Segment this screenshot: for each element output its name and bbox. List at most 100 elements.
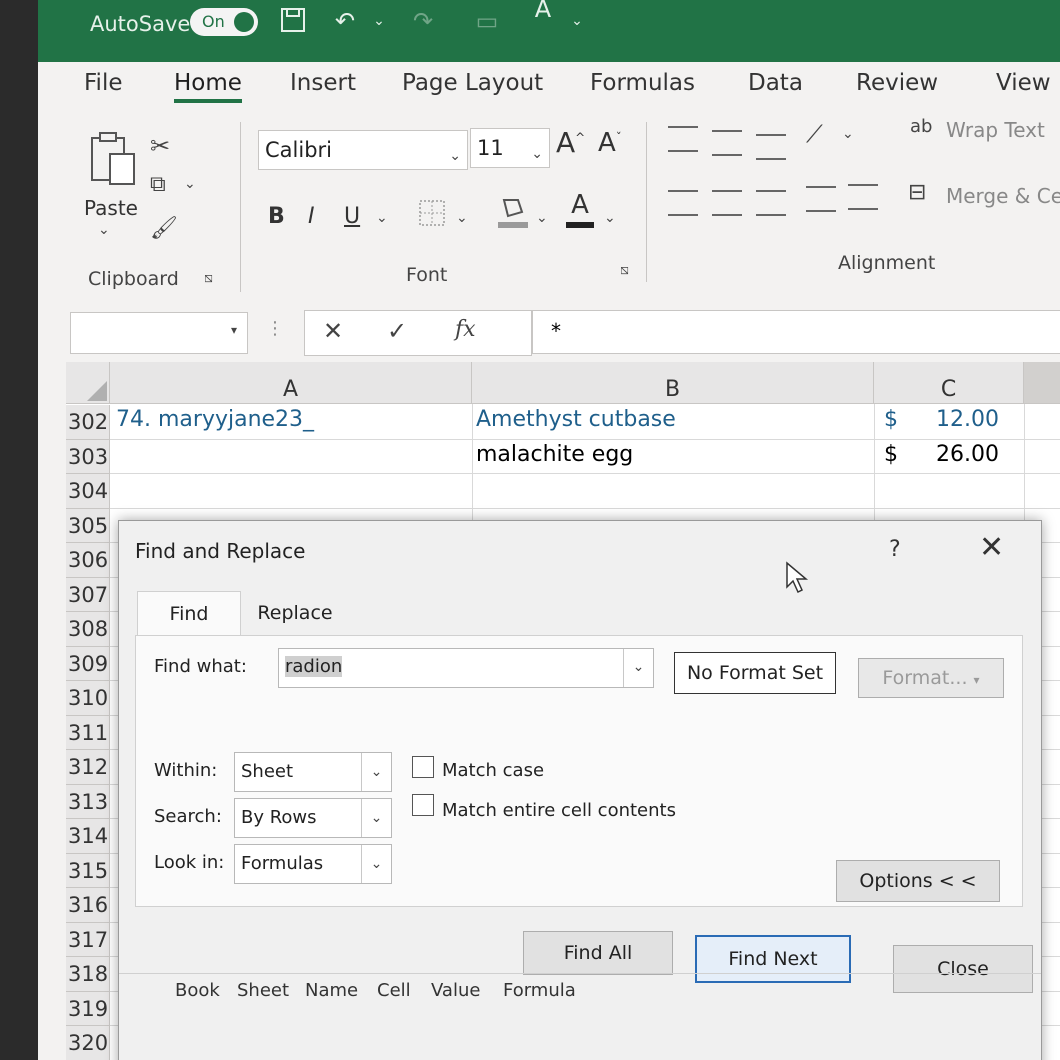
font-color-qat-icon[interactable]: A [528, 0, 558, 24]
cell-c-currency[interactable]: $ [884, 442, 898, 467]
align-right-icon[interactable] [756, 190, 786, 216]
row-header[interactable]: 310 [66, 681, 110, 716]
tab-home[interactable]: Home [174, 70, 242, 103]
cell-c[interactable]: 26.00 [936, 442, 999, 467]
fill-color-dropdown-icon[interactable]: ⌄ [536, 210, 548, 226]
clipboard-launcher-icon[interactable]: ⧅ [204, 270, 213, 286]
wrap-text-button[interactable]: Wrap Text [946, 118, 1045, 142]
redo-icon[interactable]: ↷ [408, 6, 438, 36]
row-header[interactable]: 304 [66, 474, 110, 509]
row-header[interactable]: 317 [66, 922, 110, 957]
row-header[interactable]: 312 [66, 750, 110, 785]
cancel-edit-icon[interactable]: ✕ [323, 317, 343, 345]
increase-indent-icon[interactable] [848, 184, 878, 210]
row-header[interactable]: 314 [66, 819, 110, 854]
paste-icon[interactable] [88, 130, 138, 186]
chevron-down-icon[interactable]: ⌄ [361, 799, 391, 837]
cell-b[interactable]: Amethyst cutbase [476, 407, 676, 432]
cell-b[interactable]: malachite egg [476, 442, 633, 467]
fill-color-icon[interactable] [496, 194, 530, 230]
tab-insert[interactable]: Insert [290, 70, 356, 96]
row-header[interactable]: 307 [66, 577, 110, 612]
cell-c[interactable]: 12.00 [936, 407, 999, 432]
font-color-button[interactable]: A [564, 190, 596, 230]
shrink-font-button[interactable]: Aˇ [598, 128, 622, 158]
underline-button[interactable]: U [344, 204, 360, 229]
within-select[interactable]: Sheet ⌄ [234, 752, 392, 792]
align-middle-icon[interactable] [712, 130, 742, 156]
row-header[interactable]: 302 [66, 405, 110, 440]
results-col-book[interactable]: Book [175, 980, 220, 1001]
results-col-sheet[interactable]: Sheet [237, 980, 289, 1001]
column-header-a[interactable]: A [110, 362, 472, 404]
bold-button[interactable]: B [268, 204, 285, 229]
format-button[interactable]: Format... ▾ [858, 658, 1004, 698]
row-header[interactable]: 318 [66, 957, 110, 992]
customize-qat-icon[interactable]: ⌄ [562, 6, 592, 36]
tab-formulas[interactable]: Formulas [590, 70, 695, 96]
column-header-c[interactable]: C [874, 362, 1024, 404]
chevron-down-icon[interactable]: ⌄ [361, 845, 391, 883]
align-bottom-icon[interactable] [756, 134, 786, 160]
help-icon[interactable]: ? [889, 537, 901, 562]
no-format-set-button[interactable]: No Format Set [674, 652, 836, 694]
borders-icon[interactable] [416, 198, 448, 230]
decrease-indent-icon[interactable] [806, 186, 836, 212]
chevron-down-icon[interactable]: ⌄ [623, 649, 653, 687]
look-in-select[interactable]: Formulas ⌄ [234, 844, 392, 884]
chevron-down-icon[interactable]: ⌄ [361, 753, 391, 791]
enter-edit-icon[interactable]: ✓ [387, 317, 407, 345]
column-header-b[interactable]: B [472, 362, 874, 404]
options-button[interactable]: Options < < [836, 860, 1000, 902]
row-header[interactable]: 309 [66, 646, 110, 681]
match-case-checkbox[interactable] [412, 756, 434, 778]
formula-input[interactable]: * [532, 310, 1060, 354]
folder-icon[interactable]: ▭ [472, 6, 502, 36]
row-header[interactable]: 313 [66, 784, 110, 819]
format-painter-icon[interactable]: 🖌 [150, 216, 178, 241]
tab-file[interactable]: File [84, 70, 123, 96]
tab-replace[interactable]: Replace [243, 591, 347, 635]
merge-center-button[interactable]: Merge & Ce [946, 184, 1060, 208]
font-name-combo[interactable]: Calibri ⌄ [258, 130, 468, 170]
select-all-corner[interactable] [66, 362, 110, 404]
results-col-name[interactable]: Name [305, 980, 358, 1001]
undo-icon[interactable]: ↶ [330, 6, 360, 36]
autosave-toggle[interactable]: On [190, 8, 258, 36]
align-left-icon[interactable] [668, 190, 698, 216]
match-entire-checkbox[interactable] [412, 794, 434, 816]
undo-dropdown-icon[interactable]: ⌄ [364, 6, 394, 36]
grow-font-button[interactable]: A^ [556, 126, 585, 159]
paste-label[interactable]: Paste [84, 196, 138, 220]
results-col-cell[interactable]: Cell [377, 980, 411, 1001]
row-header[interactable]: 305 [66, 508, 110, 543]
paste-dropdown-icon[interactable]: ⌄ [98, 222, 110, 238]
search-select[interactable]: By Rows ⌄ [234, 798, 392, 838]
tab-page-layout[interactable]: Page Layout [402, 70, 543, 96]
column-header-d[interactable] [1024, 362, 1060, 404]
row-header[interactable]: 319 [66, 991, 110, 1026]
row-header[interactable]: 320 [66, 1026, 110, 1060]
close-icon[interactable]: ✕ [979, 533, 1004, 563]
tab-find[interactable]: Find [137, 591, 241, 635]
row-header[interactable]: 303 [66, 439, 110, 474]
copy-icon[interactable]: ⧉ [150, 172, 166, 197]
find-what-input[interactable]: radion ⌄ [278, 648, 654, 688]
row-header[interactable]: 308 [66, 612, 110, 647]
underline-dropdown-icon[interactable]: ⌄ [376, 210, 388, 226]
row-header[interactable]: 315 [66, 853, 110, 888]
cell-a[interactable]: 74. maryyjane23_ [116, 407, 314, 432]
cut-icon[interactable]: ✂ [150, 132, 170, 160]
borders-dropdown-icon[interactable]: ⌄ [456, 210, 468, 226]
row-header[interactable]: 316 [66, 888, 110, 923]
save-icon[interactable] [278, 6, 308, 36]
orientation-icon[interactable]: ⟋ [806, 120, 823, 148]
italic-button[interactable]: I [308, 204, 315, 229]
cell-c-currency[interactable]: $ [884, 407, 898, 432]
align-top-icon[interactable] [668, 126, 698, 152]
tab-view[interactable]: View [996, 70, 1051, 96]
font-size-combo[interactable]: 11 ⌄ [470, 128, 550, 168]
font-launcher-icon[interactable]: ⧅ [620, 262, 629, 278]
copy-dropdown-icon[interactable]: ⌄ [184, 176, 196, 192]
row-header[interactable]: 306 [66, 543, 110, 578]
